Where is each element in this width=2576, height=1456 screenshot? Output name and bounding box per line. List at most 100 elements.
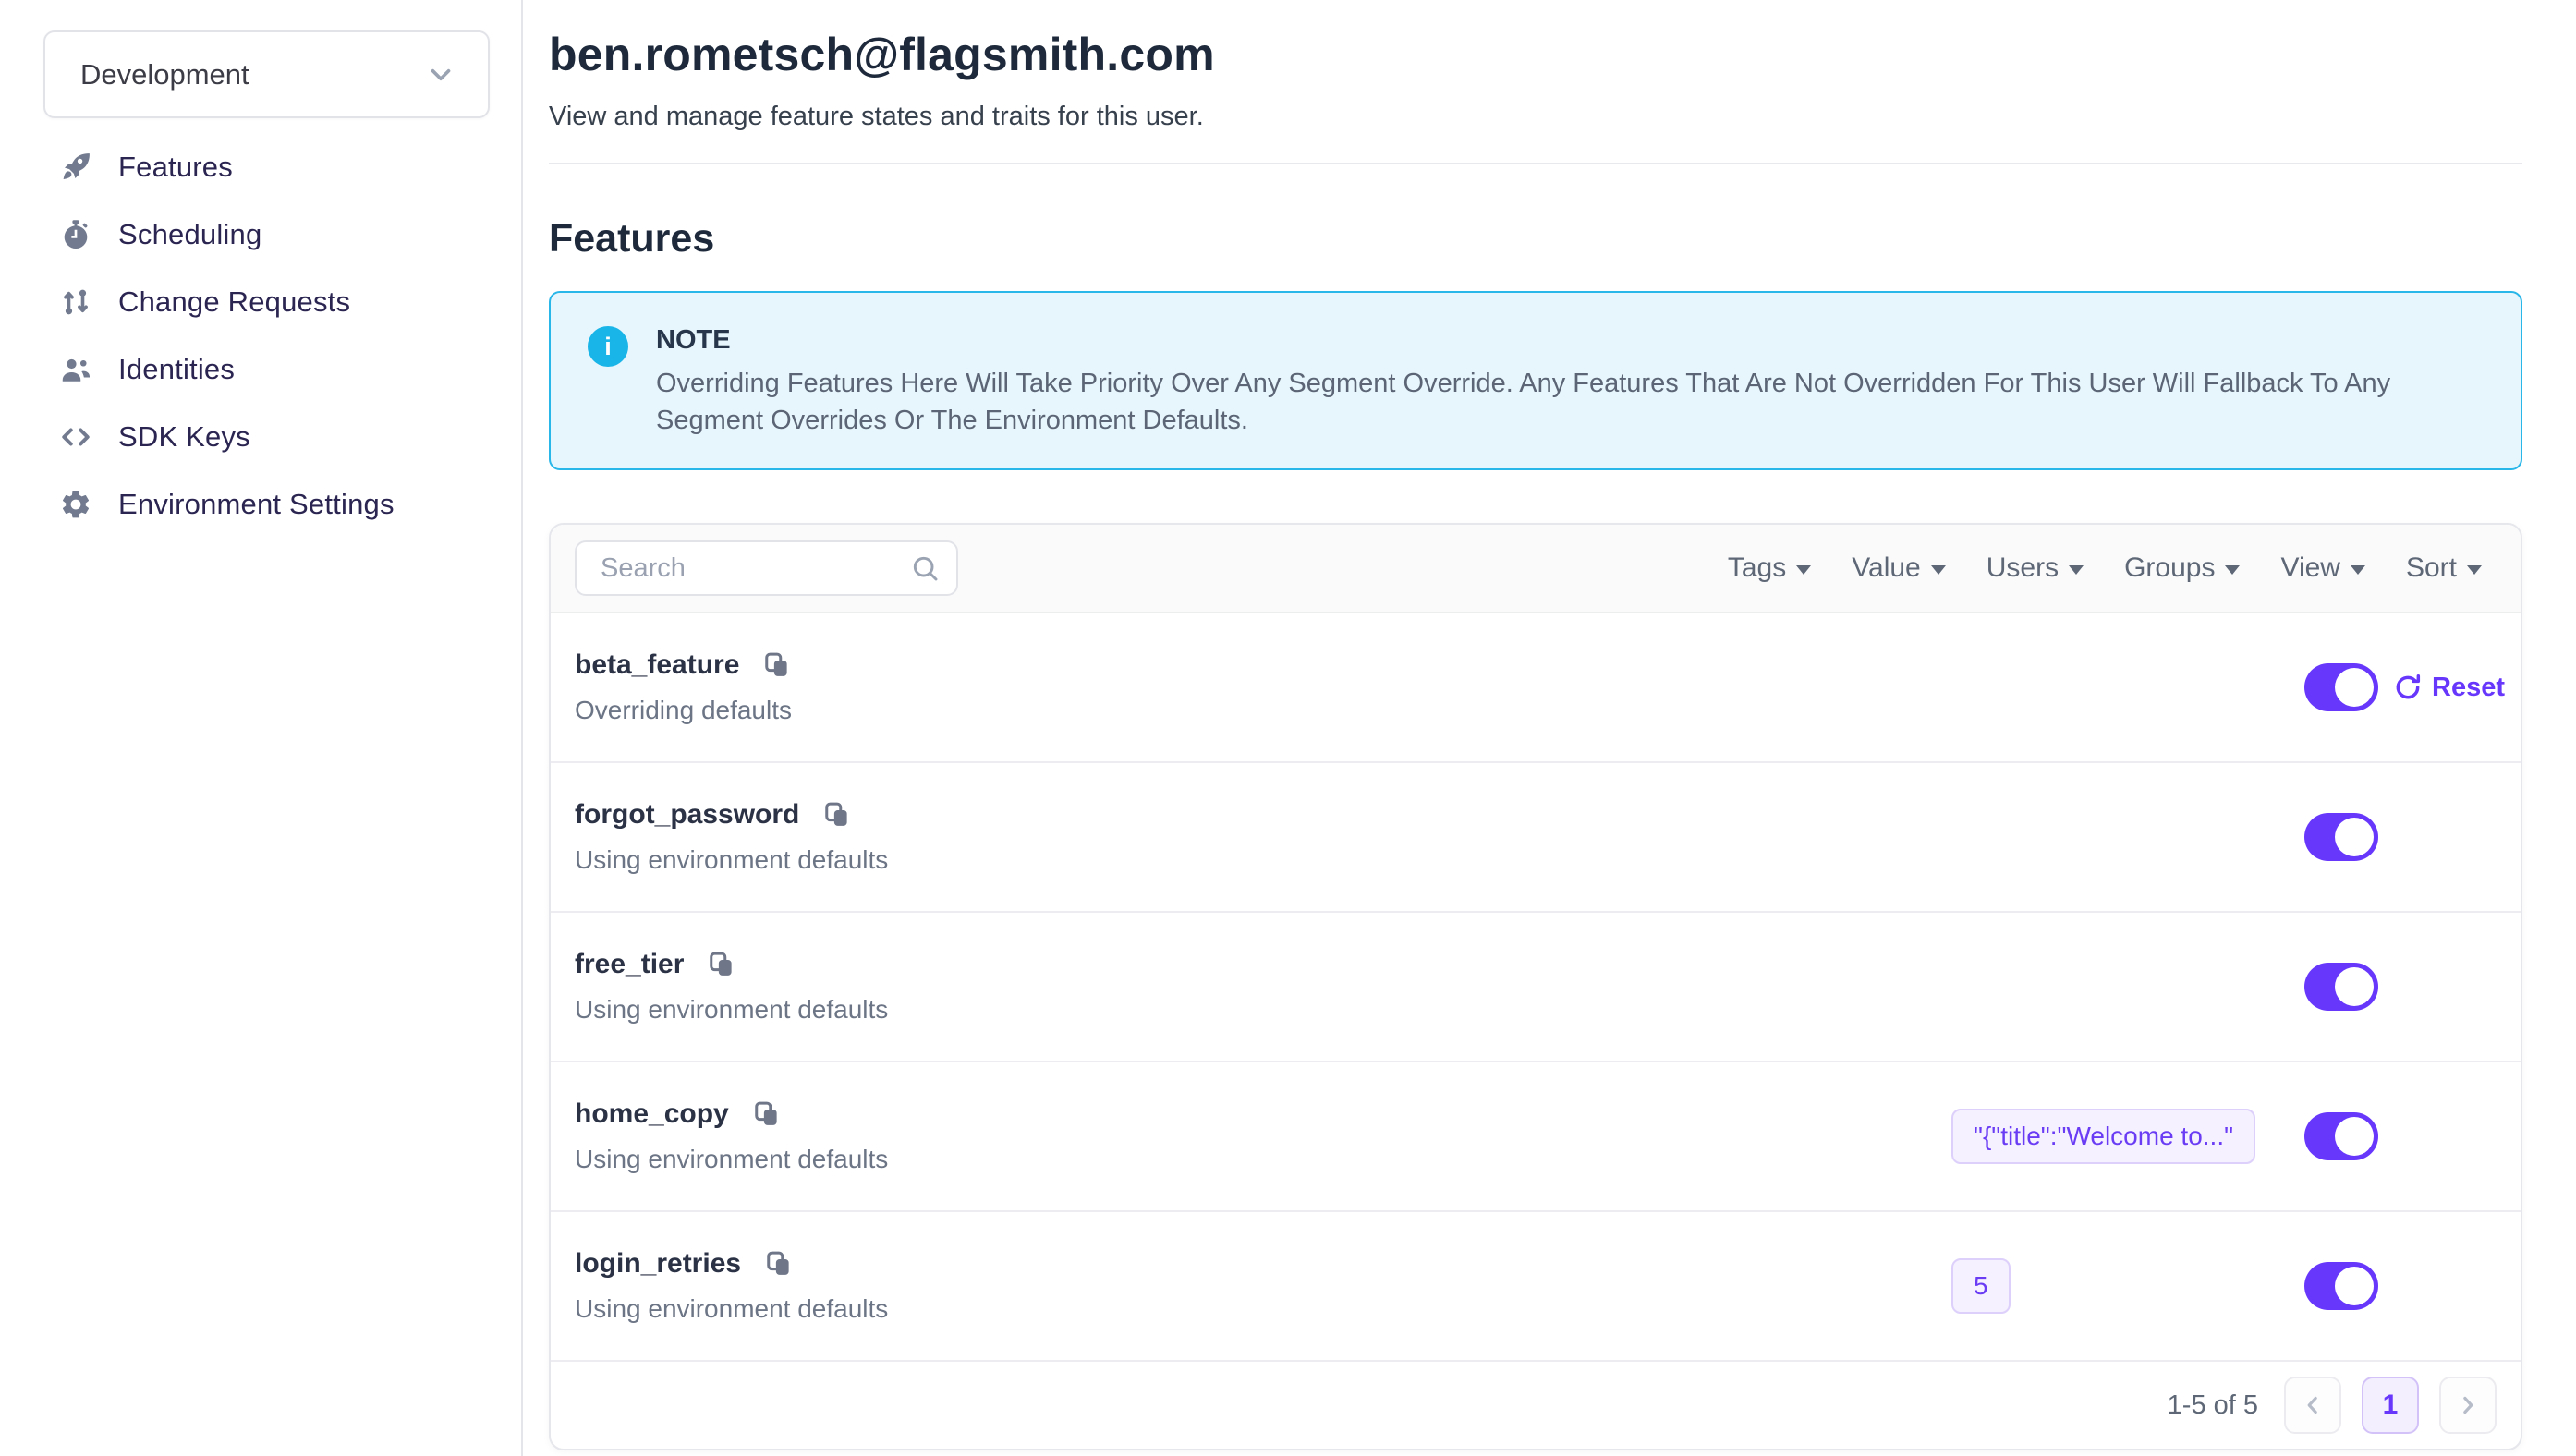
row-actions: Reset bbox=[2378, 673, 2504, 703]
toggle-knob bbox=[2335, 818, 2374, 856]
copy-icon[interactable] bbox=[753, 1100, 781, 1128]
feature-row-login-retries[interactable]: login_retries Using environment defaults… bbox=[551, 1212, 2521, 1362]
pagination-prev-button[interactable] bbox=[2284, 1377, 2341, 1434]
page-subtitle: View and manage feature states and trait… bbox=[549, 98, 2522, 135]
app-root: Development Features Scheduling bbox=[0, 0, 2576, 1456]
feature-info: forgot_password Using environment defaul… bbox=[575, 794, 1951, 880]
environment-selector[interactable]: Development bbox=[43, 30, 490, 118]
search-input[interactable] bbox=[575, 540, 958, 596]
main-content: ben.rometsch@flagsmith.com View and mana… bbox=[523, 0, 2576, 1456]
caret-down-icon bbox=[2069, 565, 2084, 575]
sidebar-item-sdk-keys[interactable]: SDK Keys bbox=[0, 403, 521, 470]
filter-label: View bbox=[2280, 552, 2339, 584]
filter-label: Sort bbox=[2406, 552, 2457, 584]
feature-status: Using environment defaults bbox=[575, 1294, 1951, 1324]
environment-sidebar: Development Features Scheduling bbox=[0, 0, 523, 1456]
sidebar-item-label: Scheduling bbox=[118, 218, 261, 251]
reset-button[interactable]: Reset bbox=[2393, 673, 2505, 703]
feature-status: Using environment defaults bbox=[575, 995, 1951, 1025]
feature-value-column: 5 bbox=[1951, 1258, 2304, 1314]
reset-label: Reset bbox=[2432, 673, 2505, 703]
feature-row-home-copy[interactable]: home_copy Using environment defaults "{"… bbox=[551, 1062, 2521, 1212]
search-wrap bbox=[575, 540, 958, 596]
sidebar-item-label: Change Requests bbox=[118, 285, 350, 319]
filter-tags[interactable]: Tags bbox=[1728, 552, 1811, 584]
feature-toggle[interactable] bbox=[2304, 963, 2378, 1011]
change-requests-icon bbox=[57, 285, 94, 319]
toggle-knob bbox=[2335, 668, 2374, 707]
filter-bar: Tags Value Users Groups View Sort bbox=[551, 525, 2521, 613]
copy-icon[interactable] bbox=[823, 801, 851, 829]
sidebar-item-features[interactable]: Features bbox=[0, 133, 521, 200]
feature-row-forgot-password[interactable]: forgot_password Using environment defaul… bbox=[551, 763, 2521, 913]
feature-name[interactable]: beta_feature bbox=[575, 649, 739, 681]
filter-value[interactable]: Value bbox=[1852, 552, 1946, 584]
filter-groups[interactable]: Groups bbox=[2124, 552, 2240, 584]
features-panel: Tags Value Users Groups View Sort beta_f… bbox=[549, 523, 2522, 1450]
copy-icon[interactable] bbox=[765, 1250, 793, 1278]
feature-value-chip[interactable]: "{"title":"Welcome to..." bbox=[1951, 1109, 2255, 1164]
pagination-page-1-button[interactable]: 1 bbox=[2362, 1377, 2419, 1434]
feature-name[interactable]: login_retries bbox=[575, 1248, 741, 1280]
feature-name[interactable]: home_copy bbox=[575, 1098, 729, 1130]
feature-row-free-tier[interactable]: free_tier Using environment defaults bbox=[551, 913, 2521, 1062]
sidebar-item-identities[interactable]: Identities bbox=[0, 335, 521, 403]
feature-toggle[interactable] bbox=[2304, 1112, 2378, 1160]
caret-down-icon bbox=[2467, 565, 2482, 575]
rocket-icon bbox=[57, 151, 94, 184]
feature-status: Using environment defaults bbox=[575, 1145, 1951, 1174]
feature-name[interactable]: forgot_password bbox=[575, 799, 799, 831]
filter-label: Users bbox=[1987, 552, 2059, 584]
sidebar-item-label: Features bbox=[118, 151, 233, 184]
pagination-next-button[interactable] bbox=[2439, 1377, 2497, 1434]
environment-selector-value: Development bbox=[80, 58, 249, 91]
filter-label: Value bbox=[1852, 552, 1921, 584]
feature-info: beta_feature Overriding defaults bbox=[575, 644, 1951, 731]
caret-down-icon bbox=[2351, 565, 2365, 575]
page-title: ben.rometsch@flagsmith.com bbox=[549, 26, 2522, 83]
feature-info: home_copy Using environment defaults bbox=[575, 1093, 1951, 1180]
filter-label: Groups bbox=[2124, 552, 2215, 584]
feature-value-chip[interactable]: 5 bbox=[1951, 1258, 2011, 1314]
note-body: Overriding Features Here Will Take Prior… bbox=[656, 365, 2416, 439]
feature-row-beta-feature[interactable]: beta_feature Overriding defaults Reset bbox=[551, 613, 2521, 763]
identities-icon bbox=[57, 353, 94, 386]
filter-label: Tags bbox=[1728, 552, 1786, 584]
copy-icon[interactable] bbox=[708, 951, 735, 978]
feature-value-column: "{"title":"Welcome to..." bbox=[1951, 1109, 2304, 1164]
refresh-icon bbox=[2393, 673, 2423, 702]
sidebar-item-scheduling[interactable]: Scheduling bbox=[0, 200, 521, 268]
filters: Tags Value Users Groups View Sort bbox=[1728, 552, 2497, 584]
filter-view[interactable]: View bbox=[2280, 552, 2364, 584]
sidebar-item-label: SDK Keys bbox=[118, 420, 250, 454]
toggle-knob bbox=[2335, 1117, 2374, 1156]
note-callout: i NOTE Overriding Features Here Will Tak… bbox=[549, 291, 2522, 470]
feature-info: free_tier Using environment defaults bbox=[575, 943, 1951, 1030]
sidebar-item-label: Identities bbox=[118, 353, 235, 386]
code-icon bbox=[57, 420, 94, 454]
caret-down-icon bbox=[1796, 565, 1811, 575]
filter-sort[interactable]: Sort bbox=[2406, 552, 2482, 584]
pagination-range: 1-5 of 5 bbox=[2168, 1390, 2258, 1421]
search-icon bbox=[910, 553, 940, 583]
toggle-knob bbox=[2335, 967, 2374, 1006]
feature-name[interactable]: free_tier bbox=[575, 949, 684, 980]
toggle-knob bbox=[2335, 1267, 2374, 1305]
caret-down-icon bbox=[2225, 565, 2240, 575]
feature-info: login_retries Using environment defaults bbox=[575, 1243, 1951, 1329]
feature-status: Using environment defaults bbox=[575, 845, 1951, 875]
features-heading: Features bbox=[549, 212, 2522, 265]
feature-toggle[interactable] bbox=[2304, 1262, 2378, 1310]
filter-users[interactable]: Users bbox=[1987, 552, 2084, 584]
note-text: NOTE Overriding Features Here Will Take … bbox=[656, 322, 2416, 439]
sidebar-item-change-requests[interactable]: Change Requests bbox=[0, 268, 521, 335]
feature-status: Overriding defaults bbox=[575, 696, 1951, 725]
sidebar-nav: Features Scheduling Change Requests Iden… bbox=[0, 133, 521, 538]
feature-toggle[interactable] bbox=[2304, 663, 2378, 711]
feature-toggle[interactable] bbox=[2304, 813, 2378, 861]
header-divider bbox=[549, 163, 2522, 164]
sidebar-item-environment-settings[interactable]: Environment Settings bbox=[0, 470, 521, 538]
copy-icon[interactable] bbox=[763, 651, 791, 679]
pagination: 1-5 of 5 1 bbox=[551, 1362, 2521, 1449]
info-icon: i bbox=[588, 326, 628, 367]
